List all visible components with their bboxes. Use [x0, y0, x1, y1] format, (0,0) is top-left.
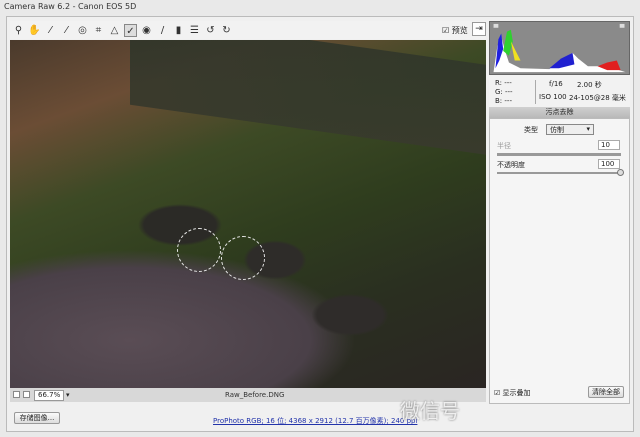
shadow-clip-icon[interactable] [493, 23, 499, 28]
spot-source-circle[interactable] [177, 228, 221, 272]
image-preview[interactable] [10, 40, 486, 388]
spot-target-circle[interactable] [221, 236, 265, 280]
preview-label: 预览 [451, 26, 468, 35]
chevron-down-icon[interactable]: ▾ [66, 391, 70, 399]
opacity-label: 不透明度 [497, 161, 525, 169]
preview-checkbox[interactable]: ☑ 预览 [442, 25, 468, 36]
straighten-icon[interactable]: △ [108, 24, 121, 37]
spot-removal-panel: 类型 仿制 ▾ 半径 10 不透明度 100 ☑ 显示叠加 清除全部 [489, 118, 630, 404]
panel-title: 污点去除 [489, 107, 630, 118]
filename: Raw_Before.DNG [225, 391, 285, 399]
target-adjust-icon[interactable]: ◎ [76, 24, 89, 37]
hand-icon[interactable]: ✋ [28, 24, 41, 37]
spot-removal-icon[interactable]: ✓ [124, 23, 137, 37]
chevron-down-icon: ▾ [586, 125, 590, 133]
preferences-icon[interactable]: ☰ [188, 24, 201, 37]
show-overlay-checkbox[interactable]: ☑ 显示叠加 [494, 388, 531, 398]
histogram [489, 21, 630, 75]
adjustment-brush-icon[interactable]: / [156, 24, 169, 37]
type-value: 仿制 [550, 126, 564, 134]
r-readout: R: --- [495, 79, 512, 87]
radius-input[interactable]: 10 [598, 140, 620, 150]
aperture: f/16 [549, 80, 563, 88]
zoom-out-button[interactable] [13, 391, 20, 398]
lens: 24-105@28 毫米 [569, 94, 626, 102]
graduated-filter-icon[interactable]: ▮ [172, 24, 185, 37]
g-readout: G: --- [495, 88, 513, 96]
window-title: Camera Raw 6.2 - Canon EOS 5D [4, 2, 137, 11]
red-eye-icon[interactable]: ◉ [140, 24, 153, 37]
white-balance-icon[interactable]: ⁄ [44, 24, 57, 37]
opacity-slider[interactable] [497, 169, 624, 176]
zoom-level-select[interactable]: 66.7% [34, 389, 64, 401]
color-sampler-icon[interactable]: ⁄ [60, 24, 73, 37]
opacity-slider-thumb[interactable] [617, 169, 624, 176]
radius-label: 半径 [497, 142, 511, 150]
rotate-cw-icon[interactable]: ↻ [220, 24, 233, 37]
b-readout: B: --- [495, 97, 512, 105]
crop-icon[interactable]: ⌗ [92, 24, 105, 37]
type-select[interactable]: 仿制 ▾ [546, 124, 594, 135]
show-overlay-label: 显示叠加 [502, 389, 531, 397]
type-label: 类型 [524, 126, 538, 134]
iso: ISO 100 [539, 93, 567, 101]
highlight-clip-icon[interactable] [619, 23, 625, 28]
watermark: 微信号 [400, 399, 460, 423]
zoom-icon[interactable]: ⚲ [12, 24, 25, 37]
background-hill [130, 40, 486, 156]
save-image-button[interactable]: 存储图像... [14, 412, 60, 424]
opacity-input[interactable]: 100 [598, 159, 620, 169]
shutter: 2.00 秒 [577, 81, 602, 89]
fullscreen-icon[interactable]: ⇥ [472, 22, 486, 36]
clear-all-button[interactable]: 清除全部 [588, 386, 624, 398]
toolbar: ⚲ ✋ ⁄ ⁄ ◎ ⌗ △ ✓ ◉ / ▮ ☰ ↺ ↻ [10, 21, 486, 39]
radius-slider[interactable] [497, 153, 621, 156]
rotate-ccw-icon[interactable]: ↺ [204, 24, 217, 37]
workflow-options-link[interactable]: ProPhoto RGB; 16 位; 4368 x 2912 (12.7 百万… [213, 416, 417, 426]
zoom-in-button[interactable] [23, 391, 30, 398]
info-panel: R: --- G: --- B: --- f/16 2.00 秒 ISO 100… [489, 75, 630, 107]
hist-yellow [510, 41, 521, 61]
